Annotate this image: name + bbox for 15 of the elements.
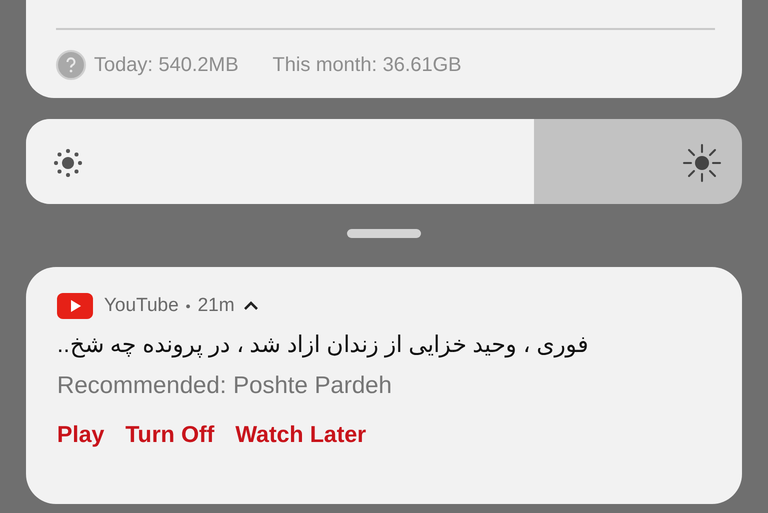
usage-month: This month: 36.61GB bbox=[272, 53, 462, 78]
action-button[interactable]: Turn Off bbox=[125, 416, 214, 451]
action-button[interactable]: Play bbox=[57, 416, 104, 451]
separator-dot: • bbox=[186, 296, 191, 316]
action-button[interactable]: Watch Later bbox=[235, 416, 366, 451]
high-brightness-icon bbox=[682, 143, 722, 183]
help-icon[interactable] bbox=[56, 50, 86, 80]
notification-time: 21m bbox=[198, 294, 235, 318]
app-name: YouTube bbox=[104, 294, 179, 318]
brightness-slider[interactable] bbox=[26, 119, 742, 204]
youtube-logo-icon bbox=[57, 293, 93, 319]
drag-handle[interactable] bbox=[347, 229, 421, 238]
usage-today: Today: 540.2MB bbox=[94, 53, 239, 78]
notification-title: فوری ، وحید خزایی از زندان ازاد شد ، در پرونده چه شخ.. bbox=[57, 331, 588, 357]
notification-text: Recommended: Poshte Pardeh bbox=[57, 372, 392, 398]
